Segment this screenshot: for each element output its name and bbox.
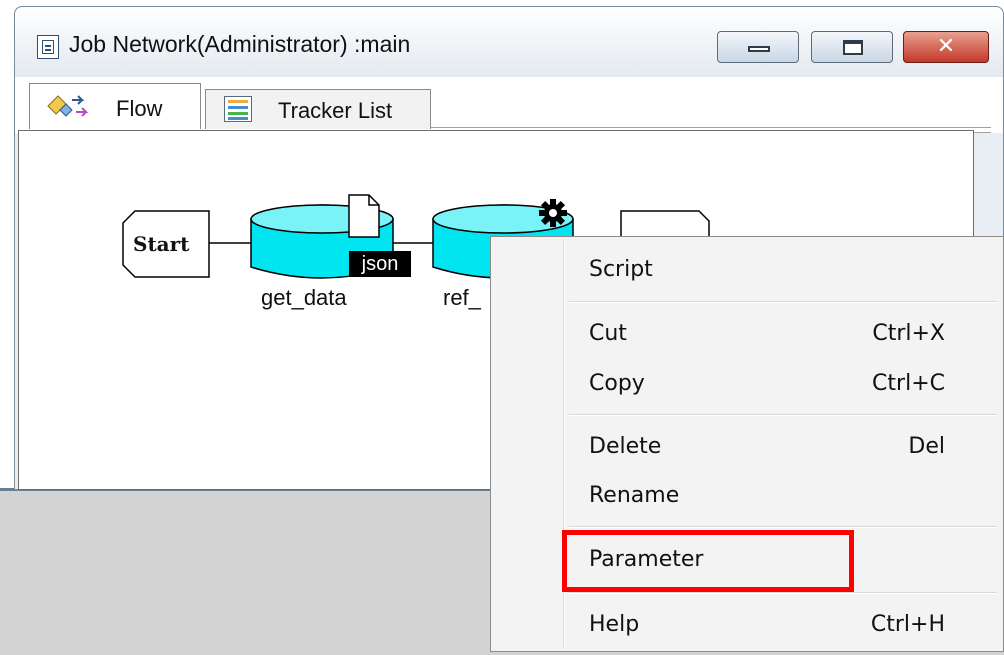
menu-item-label: Delete (589, 434, 662, 459)
menu-item-help[interactable]: Help Ctrl+H (491, 604, 1003, 644)
gear-icon (539, 199, 567, 227)
json-badge: json (349, 251, 411, 277)
tab-tracker-list[interactable]: Tracker List (205, 89, 431, 129)
menu-item-shortcut: Ctrl+H (870, 612, 945, 637)
menu-separator (569, 301, 997, 303)
maximize-button[interactable] (811, 31, 893, 63)
minimize-icon (748, 46, 770, 52)
menu-item-cut[interactable]: Cut Ctrl+X (491, 313, 1003, 353)
menu-item-delete[interactable]: Delete Del (491, 426, 1003, 466)
menu-item-shortcut: Ctrl+C (872, 371, 945, 396)
menu-item-shortcut: Del (908, 434, 945, 459)
close-icon: ✕ (936, 34, 956, 59)
close-button[interactable]: ✕ (903, 31, 989, 63)
maximize-icon (843, 40, 863, 55)
start-node-label: Start (133, 232, 190, 256)
tracker-list-icon (224, 96, 252, 122)
tab-strip: Flow Tracker List (15, 77, 1003, 133)
menu-item-copy[interactable]: Copy Ctrl+C (491, 363, 1003, 403)
parameter-highlight-box (562, 530, 854, 592)
tab-flow-label: Flow (116, 96, 163, 121)
menu-item-label: Rename (589, 483, 680, 508)
menu-separator (569, 414, 997, 416)
menu-item-label: Copy (589, 371, 645, 396)
menu-item-label: Help (589, 612, 640, 637)
window-app-icon (37, 35, 59, 59)
window-title: Job Network(Administrator) :main (69, 31, 411, 57)
menu-item-script[interactable]: Script (491, 249, 1003, 289)
menu-separator (569, 526, 997, 528)
job-node-ref-label: ref_ (443, 285, 481, 310)
tab-flow[interactable]: Flow (29, 83, 201, 129)
flow-icon (47, 95, 89, 117)
menu-item-rename[interactable]: Rename (491, 475, 1003, 515)
file-icon (348, 194, 380, 238)
menu-separator (569, 592, 997, 594)
menu-item-label: Script (589, 257, 653, 282)
menu-item-label: Cut (589, 321, 627, 346)
title-bar[interactable]: Job Network(Administrator) :main ✕ (15, 7, 1003, 77)
minimize-button[interactable] (717, 31, 799, 63)
tab-tracker-list-label: Tracker List (278, 98, 393, 123)
menu-item-shortcut: Ctrl+X (872, 321, 945, 346)
job-node-get-data-label: get_data (261, 285, 347, 310)
